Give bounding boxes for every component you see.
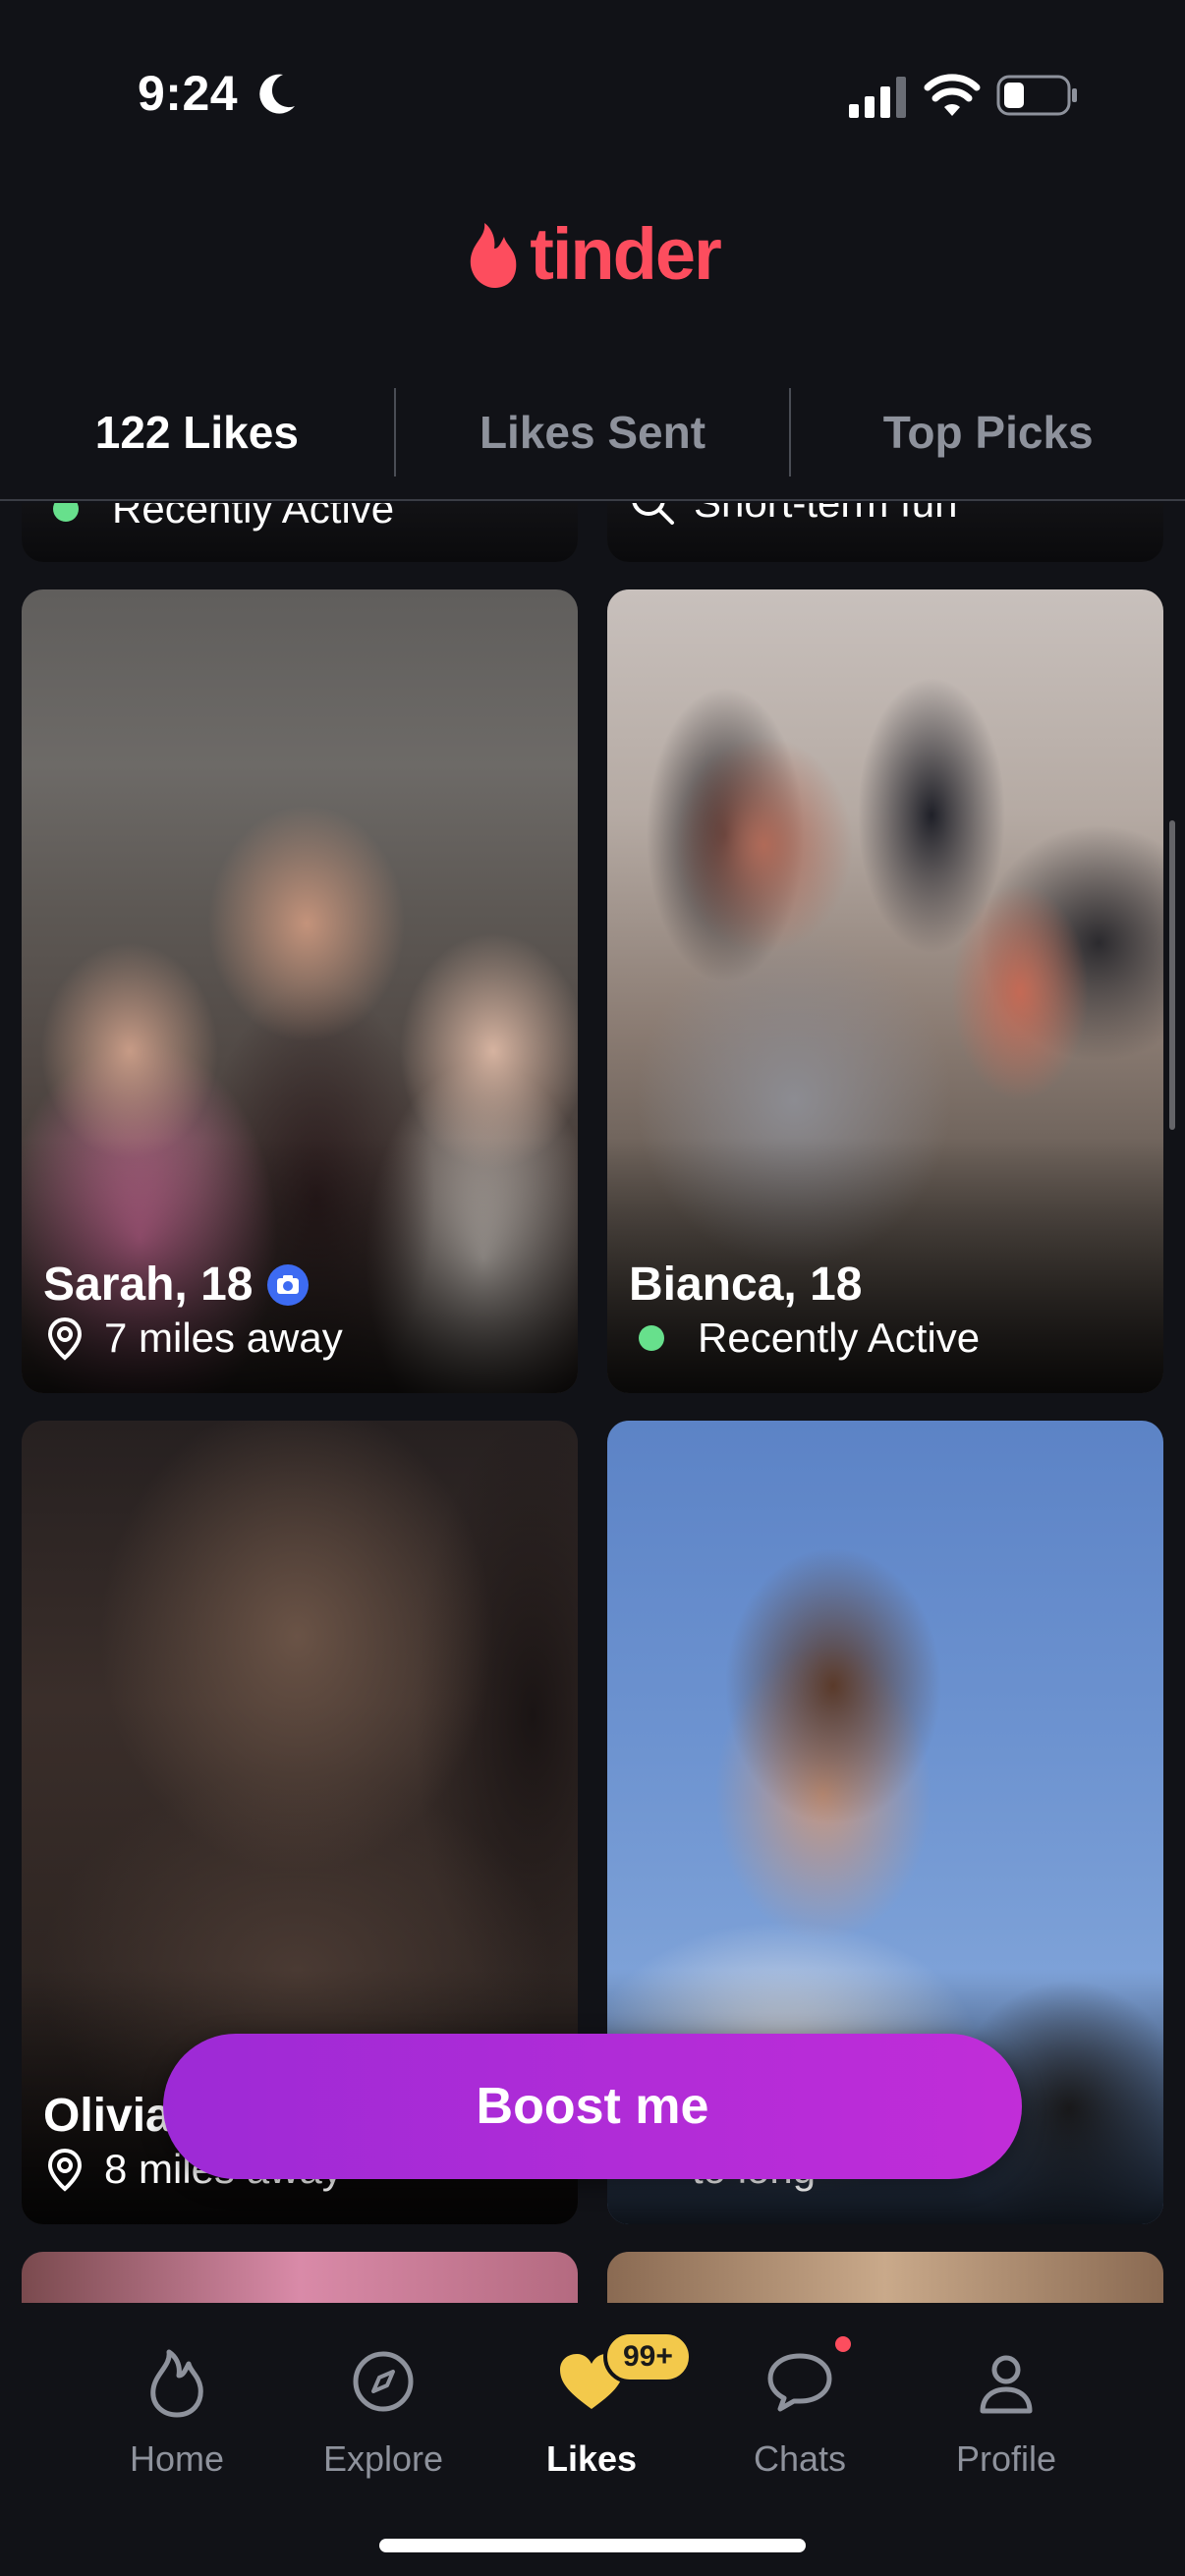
card-name-row: Sarah, 18: [43, 1258, 310, 1312]
profile-card[interactable]: Bianca, 18 Recently Active: [607, 589, 1163, 1393]
home-indicator: [379, 2539, 806, 2552]
likes-count-badge: 99+: [603, 2330, 693, 2383]
location-pin-icon: [47, 2148, 83, 2192]
wifi-icon: [924, 74, 981, 116]
card-name-row: Bianca, 18: [629, 1258, 862, 1312]
card-name: Sarah, 18: [43, 1259, 254, 1311]
card-status: Recently Active: [43, 503, 394, 532]
nav-profile[interactable]: Profile: [908, 2342, 1104, 2480]
active-status-dot: [53, 503, 79, 522]
person-icon: [980, 2355, 1033, 2414]
flame-icon: [150, 2349, 203, 2418]
nav-home[interactable]: Home: [79, 2342, 275, 2480]
active-status-dot: [639, 1325, 664, 1351]
card-status: Recently Active: [629, 1315, 980, 1362]
scrollbar[interactable]: [1169, 820, 1175, 1130]
nav-label: Likes: [545, 2438, 638, 2479]
nav-label: Explore: [322, 2438, 444, 2479]
status-bar: 9:24: [0, 0, 1185, 187]
tab-likes[interactable]: 122 Likes: [0, 365, 394, 499]
card-status-text: Recently Active: [698, 1315, 981, 1361]
profile-card[interactable]: Sarah, 18 7 miles away: [22, 589, 578, 1393]
profile-card-partial[interactable]: Recently Active: [22, 503, 578, 562]
cellular-signal-icon: [849, 77, 906, 118]
profile-card-partial[interactable]: [607, 2252, 1163, 2303]
tab-likes-sent[interactable]: Likes Sent: [396, 365, 790, 499]
card-intent: Short-term fun: [629, 503, 957, 527]
card-distance: 7 miles away: [43, 1315, 343, 1362]
compass-icon: [353, 2351, 414, 2412]
tinder-logo: tinder: [0, 218, 1185, 291]
logo-text: tinder: [530, 213, 722, 295]
chat-bubble-icon: [767, 2353, 832, 2412]
card-name: Olivia: [43, 2090, 172, 2142]
card-intent-text: Short-term fun: [694, 503, 957, 527]
tab-top-picks[interactable]: Top Picks: [791, 365, 1185, 499]
card-status-text: Recently Active: [112, 503, 395, 532]
nav-label: Profile: [955, 2438, 1057, 2479]
search-icon: [632, 503, 674, 525]
card-name-row: Olivia: [43, 2089, 172, 2143]
card-distance-text: 7 miles away: [104, 1315, 343, 1361]
profile-card-partial[interactable]: [22, 2252, 578, 2303]
nav-chats[interactable]: Chats: [702, 2342, 898, 2480]
likes-tabs: 122 Likes Likes Sent Top Picks: [0, 365, 1185, 501]
location-pin-icon: [47, 1316, 83, 1361]
nav-label: Home: [129, 2438, 225, 2479]
battery-icon: [996, 75, 1077, 116]
bottom-nav: Home Explore Likes 99+ Chats Profile: [0, 2303, 1185, 2576]
flame-logo-icon: [471, 223, 517, 288]
card-name: Bianca, 18: [629, 1259, 863, 1311]
nav-label: Chats: [753, 2438, 847, 2479]
photo-verified-icon: [267, 1263, 310, 1306]
chats-notification-dot: [835, 2336, 851, 2352]
profile-card-partial[interactable]: Short-term fun: [607, 503, 1163, 562]
moon-icon: [259, 74, 295, 114]
boost-button[interactable]: Boost me: [163, 2034, 1022, 2179]
status-time: 9:24: [138, 66, 239, 121]
nav-explore[interactable]: Explore: [285, 2342, 481, 2480]
